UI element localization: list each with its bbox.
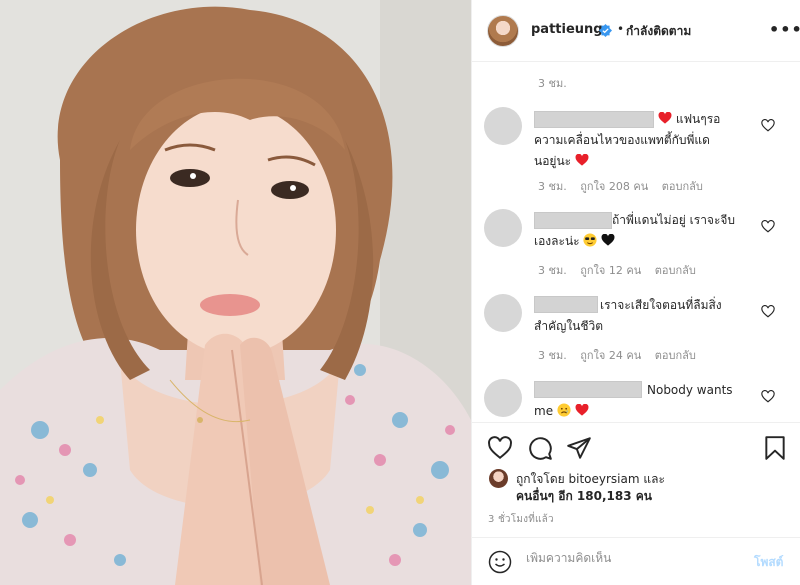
bookmark-icon[interactable] xyxy=(762,435,788,461)
comment-likes-count[interactable]: ถูกใจ 12 คน xyxy=(580,264,641,277)
black-heart-emoji-icon xyxy=(601,234,615,246)
post-photo[interactable] xyxy=(0,0,471,585)
comment-meta: 3 ชม. ถูกใจ 12 คน ตอบกลับ xyxy=(538,264,696,277)
heart-icon[interactable] xyxy=(761,119,775,132)
comment-composer: โพสต์ xyxy=(472,537,800,585)
commenter-avatar[interactable] xyxy=(484,379,522,417)
post-timestamp[interactable]: 3 ชั่วโมงที่แล้ว xyxy=(488,512,554,527)
post-side-panel: pattieung • กำลังติดตาม ••• 3 ชม. แฟนๆรอ xyxy=(471,0,800,585)
reply-button[interactable]: ตอบกลับ xyxy=(662,180,703,193)
heart-emoji-icon xyxy=(575,404,589,416)
heart-emoji-icon xyxy=(575,154,589,166)
comment-text: เราจะเสียใจตอนที่ลืมสิ่ง สำคัญในชีวิต xyxy=(534,298,722,333)
comment-likes-count[interactable]: ถูกใจ 24 คน xyxy=(580,349,641,362)
sad-face-emoji-icon xyxy=(557,403,571,417)
verified-icon xyxy=(599,24,612,37)
sunglasses-emoji-icon xyxy=(583,233,598,247)
post-comment-button[interactable]: โพสต์ xyxy=(754,553,783,572)
caption-time: 3 ชม. xyxy=(538,77,567,90)
reply-button[interactable]: ตอบกลับ xyxy=(655,349,696,362)
smile-icon[interactable] xyxy=(488,550,512,574)
comment-likes-count[interactable]: ถูกใจ 208 คน xyxy=(580,180,648,193)
likes-count[interactable]: คนอื่นๆ อีก 180,183 คน xyxy=(516,487,652,506)
username-link[interactable]: pattieung xyxy=(531,22,603,37)
following-button[interactable]: กำลังติดตาม xyxy=(626,22,691,41)
comment-input[interactable] xyxy=(526,551,746,565)
post-header: pattieung • กำลังติดตาม ••• xyxy=(472,0,800,62)
comments-list[interactable]: 3 ชม. แฟนๆรอ ความเคลื่อนไหวของแพทตี้กับพ… xyxy=(472,62,800,422)
share-icon[interactable] xyxy=(566,435,592,461)
heart-icon[interactable] xyxy=(761,305,775,318)
separator-dot: • xyxy=(617,22,625,36)
likes-summary: ถูกใจโดย bitoeyrsiam และ คนอื่นๆ อีก 180… xyxy=(472,465,800,505)
liker-avatar[interactable] xyxy=(489,469,508,488)
comment-icon[interactable] xyxy=(527,435,553,461)
post-viewer: pattieung • กำลังติดตาม ••• 3 ชม. แฟนๆรอ xyxy=(0,0,800,585)
commenter-avatar[interactable] xyxy=(484,209,522,247)
more-options-button[interactable]: ••• xyxy=(769,20,800,39)
comment-text: แฟนๆรอ ความเคลื่อนไหวของแพทตี้กับพี่แด น… xyxy=(534,112,721,168)
like-heart-icon[interactable] xyxy=(487,435,513,461)
commenter-avatar[interactable] xyxy=(484,107,522,145)
heart-emoji-icon xyxy=(658,112,672,124)
comment-text: ถ้าพี่แดนไม่อยู่ เราจะจีบ เองละน่ะ xyxy=(534,213,736,248)
comment-meta: 3 ชม. ถูกใจ 208 คน ตอบกลับ xyxy=(538,180,703,193)
selfie-illustration xyxy=(0,0,471,585)
commenter-avatar[interactable] xyxy=(484,294,522,332)
heart-icon[interactable] xyxy=(761,220,775,233)
heart-icon[interactable] xyxy=(761,390,775,403)
avatar[interactable] xyxy=(487,15,519,47)
comment-meta: 3 ชม. ถูกใจ 24 คน ตอบกลับ xyxy=(538,349,696,362)
comment-text: Nobody wants me xyxy=(534,383,733,418)
reply-button[interactable]: ตอบกลับ xyxy=(655,264,696,277)
